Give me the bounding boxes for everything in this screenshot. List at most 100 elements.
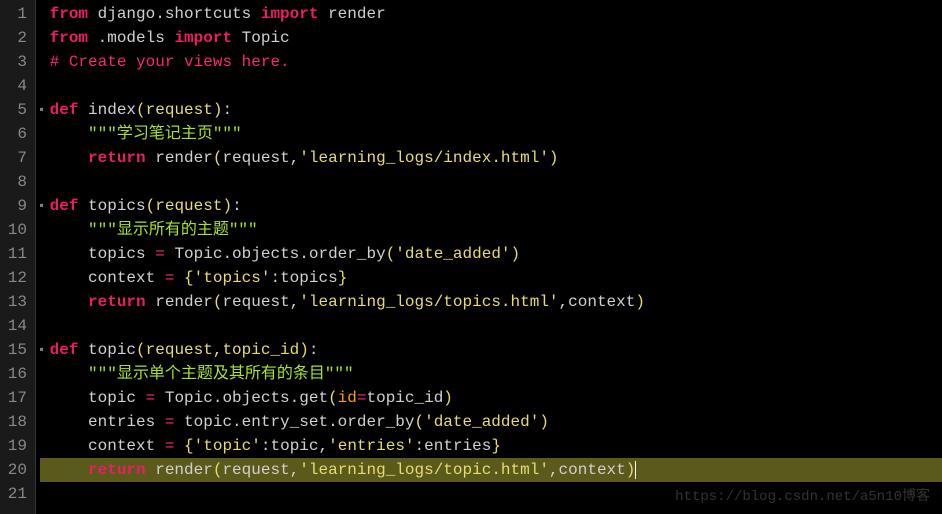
expr: topic.entry_set.order_by [174, 413, 414, 431]
line-number: 13 [4, 290, 27, 314]
value: topic_id [366, 389, 443, 407]
code-line[interactable]: ▪ def index(request): [40, 98, 942, 122]
fold-marker-icon[interactable]: ▪ [38, 98, 45, 122]
function-call: render [146, 461, 213, 479]
code-line[interactable]: from .models import Topic [40, 26, 942, 50]
line-number: 17 [4, 386, 27, 410]
line-number: 3 [4, 50, 27, 74]
line-number: 6 [4, 122, 27, 146]
keyword-from: from [50, 5, 88, 23]
code-line[interactable]: return render(request,'learning_logs/ind… [40, 146, 942, 170]
string: 'date_added' [395, 245, 510, 263]
line-number: 10 [4, 218, 27, 242]
string: 'learning_logs/topics.html' [299, 293, 558, 311]
expr: Topic.objects.order_by [165, 245, 386, 263]
line-number: 2 [4, 26, 27, 50]
space [174, 437, 184, 455]
keyword-return: return [88, 461, 146, 479]
code-line[interactable]: from django.shortcuts import render [40, 2, 942, 26]
expr: Topic.objects.get [155, 389, 328, 407]
code-line[interactable]: """显示所有的主题""" [40, 218, 942, 242]
value: topics [280, 269, 338, 287]
keyword-return: return [88, 149, 146, 167]
variable: context [88, 437, 165, 455]
line-number: 16 [4, 362, 27, 386]
keyword-import: import [261, 5, 319, 23]
line-number: 14 [4, 314, 27, 338]
line-number: 9 [4, 194, 27, 218]
keyword-def: def [50, 197, 79, 215]
paren-close: ) [443, 389, 453, 407]
paren-close: ) [539, 413, 549, 431]
code-line[interactable] [40, 170, 942, 194]
line-number: 8 [4, 170, 27, 194]
arg: context [568, 293, 635, 311]
keyword-def: def [50, 101, 79, 119]
function-call: render [146, 293, 213, 311]
code-line[interactable]: """学习笔记主页""" [40, 122, 942, 146]
code-line[interactable]: ▪ def topic(request,topic_id): [40, 338, 942, 362]
function-name: index [78, 101, 136, 119]
code-line[interactable]: """显示单个主题及其所有的条目""" [40, 362, 942, 386]
paren-close: ) [549, 149, 559, 167]
fold-marker-icon[interactable]: ▪ [38, 338, 45, 362]
code-line[interactable]: entries = topic.entry_set.order_by('date… [40, 410, 942, 434]
colon: : [270, 269, 280, 287]
variable: context [88, 269, 165, 287]
colon: : [222, 101, 232, 119]
code-editor: 1 2 3 4 5 6 7 8 9 10 11 12 13 14 15 16 1… [0, 0, 942, 514]
paren-open: ( [213, 461, 223, 479]
line-number: 12 [4, 266, 27, 290]
keyword-from: from [50, 29, 88, 47]
comment: # Create your views here. [50, 53, 290, 71]
paren-open: ( [213, 149, 223, 167]
line-number: 21 [4, 482, 27, 506]
comma: , [290, 293, 300, 311]
paren-close: ) [626, 461, 636, 479]
code-line[interactable]: # Create your views here. [40, 50, 942, 74]
code-line[interactable]: topics = Topic.objects.order_by('date_ad… [40, 242, 942, 266]
arg: context [559, 461, 626, 479]
function-name: topics [78, 197, 145, 215]
line-number: 15 [4, 338, 27, 362]
keyword-def: def [50, 341, 79, 359]
equals: = [165, 437, 175, 455]
keyword-import: import [174, 29, 232, 47]
colon: : [309, 341, 319, 359]
comma: , [290, 461, 300, 479]
paren-open: ( [414, 413, 424, 431]
brace-open: { [184, 437, 194, 455]
code-line[interactable] [40, 314, 942, 338]
code-line[interactable]: return render(request,'learning_logs/top… [40, 290, 942, 314]
brace-close: } [491, 437, 501, 455]
function-name: topic [78, 341, 136, 359]
fold-marker-icon[interactable]: ▪ [38, 194, 45, 218]
code-area[interactable]: from django.shortcuts import render from… [36, 0, 942, 514]
code-line[interactable]: topic = Topic.objects.get(id=topic_id) [40, 386, 942, 410]
code-line[interactable] [40, 74, 942, 98]
variable: entries [88, 413, 165, 431]
line-number: 7 [4, 146, 27, 170]
params: (request) [146, 197, 232, 215]
line-number: 19 [4, 434, 27, 458]
paren-open: ( [328, 389, 338, 407]
space [174, 269, 184, 287]
line-number: 11 [4, 242, 27, 266]
variable: topic [88, 389, 146, 407]
code-line-current[interactable]: return render(request,'learning_logs/top… [40, 458, 942, 482]
code-line[interactable]: ▪ def topics(request): [40, 194, 942, 218]
value: entries [424, 437, 491, 455]
code-line[interactable]: context = {'topics':topics} [40, 266, 942, 290]
line-number: 18 [4, 410, 27, 434]
module-name: django.shortcuts [88, 5, 261, 23]
paren-open: ( [213, 293, 223, 311]
string: 'date_added' [424, 413, 539, 431]
comma: , [290, 149, 300, 167]
import-name: render [318, 5, 385, 23]
string: 'topic' [194, 437, 261, 455]
docstring: """显示单个主题及其所有的条目""" [88, 365, 354, 383]
params: (request,topic_id) [136, 341, 309, 359]
code-line[interactable] [40, 482, 942, 506]
brace-open: { [184, 269, 194, 287]
code-line[interactable]: context = {'topic':topic,'entries':entri… [40, 434, 942, 458]
